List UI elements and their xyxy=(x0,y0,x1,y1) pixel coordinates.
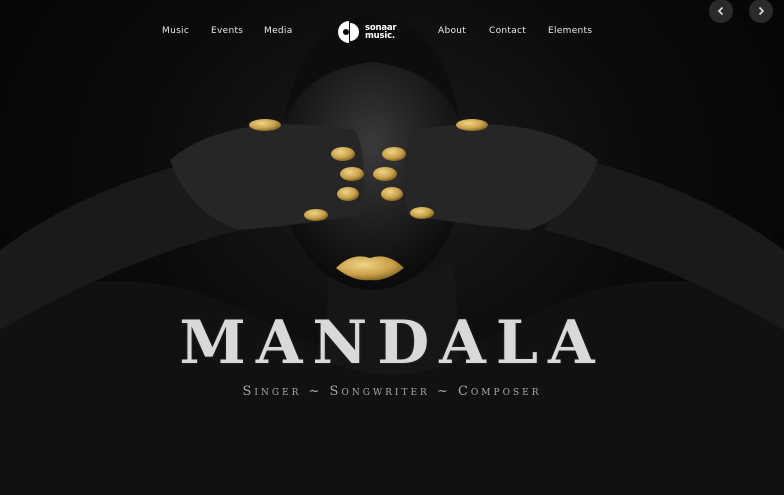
main-navigation: Music Events Media sonaar music. About C… xyxy=(0,0,784,62)
chevron-left-icon xyxy=(717,6,724,16)
nav-item-elements[interactable]: Elements xyxy=(548,26,592,36)
hero-background-image xyxy=(0,0,784,495)
site-logo[interactable]: sonaar music. xyxy=(337,20,397,44)
nav-item-about[interactable]: About xyxy=(438,26,466,36)
sonaar-logo-icon xyxy=(338,21,359,43)
slider-prev-button[interactable] xyxy=(709,0,733,23)
hero-subtitle: Singer ~ Songwriter ~ Composer xyxy=(242,384,542,399)
nav-item-contact[interactable]: Contact xyxy=(489,26,526,36)
logo-line-2: music. xyxy=(365,31,395,41)
nav-item-media[interactable]: Media xyxy=(264,26,293,36)
hero-figure-illustration xyxy=(0,15,784,495)
slider-next-button[interactable] xyxy=(749,0,773,23)
hero-title: MANDALA xyxy=(179,308,605,378)
chevron-right-icon xyxy=(758,6,765,16)
hero-section: Music Events Media sonaar music. About C… xyxy=(0,0,784,495)
nav-item-music[interactable]: Music xyxy=(162,26,189,36)
nav-item-events[interactable]: Events xyxy=(211,26,243,36)
logo-wordmark: sonaar music. xyxy=(365,24,397,41)
